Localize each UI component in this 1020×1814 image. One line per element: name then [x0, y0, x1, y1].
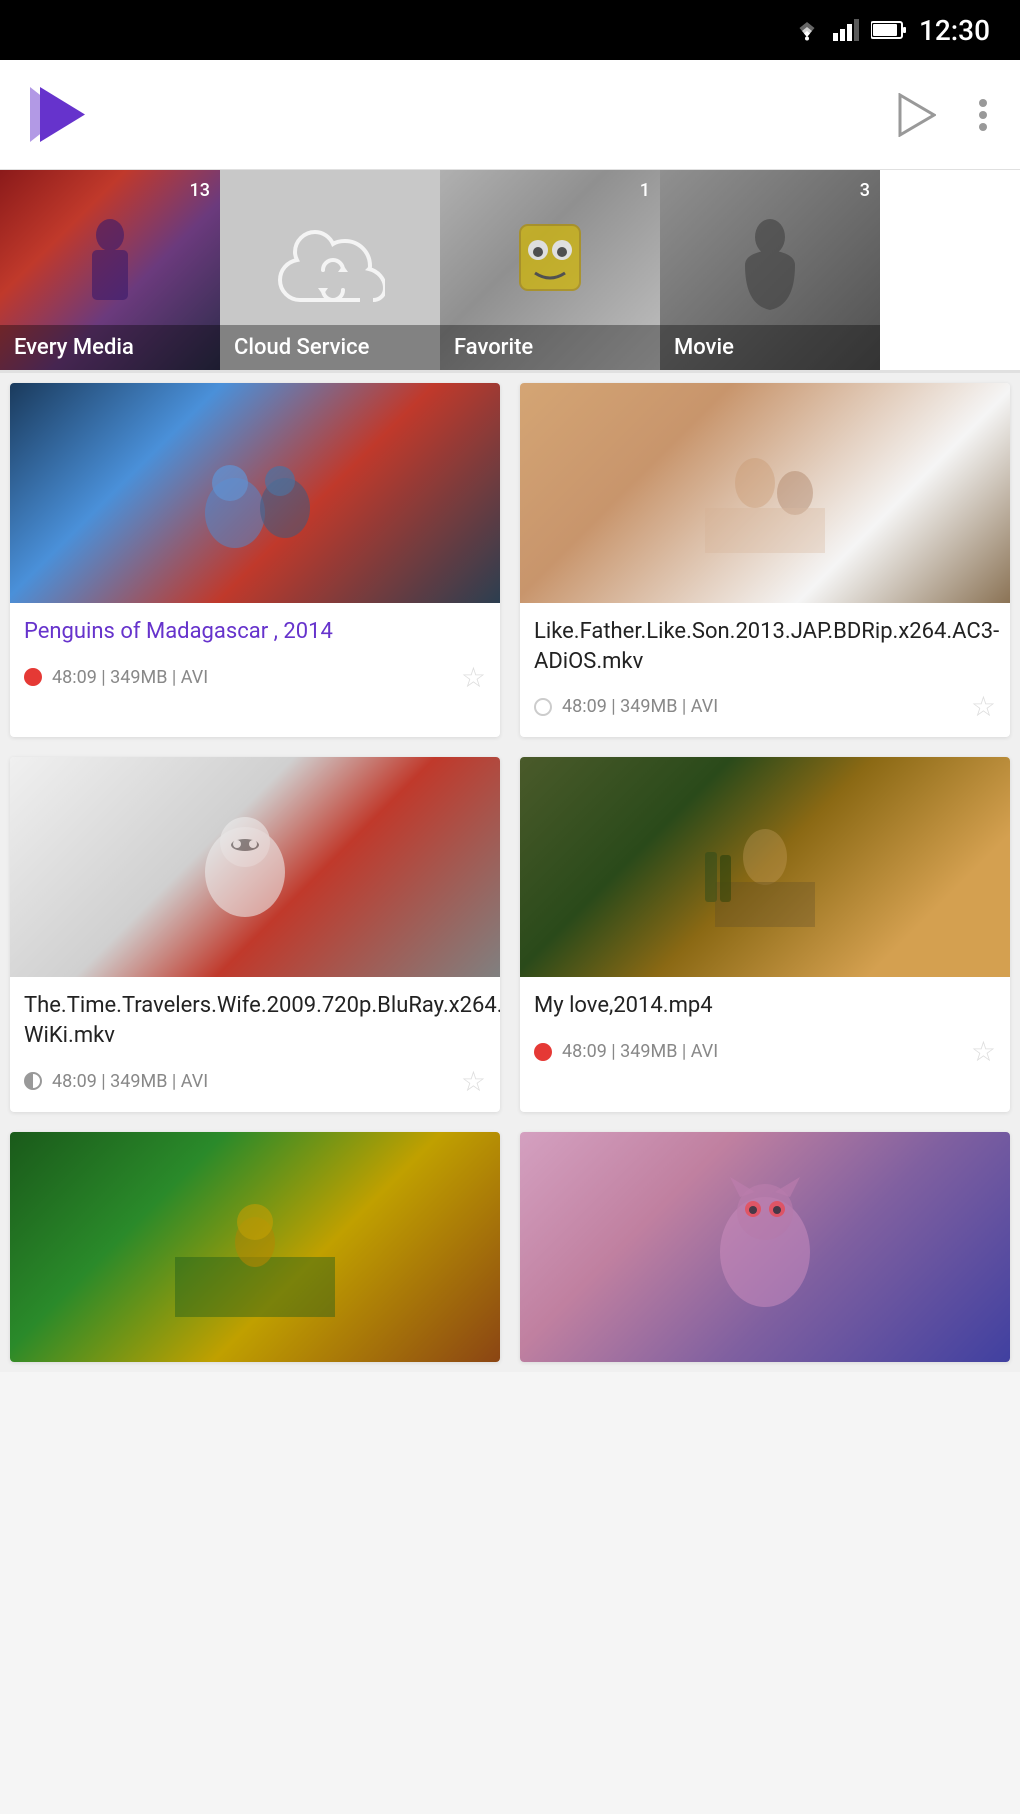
every-media-art [70, 210, 150, 330]
media-title-like-father: Like.Father.Like.Son.2013.JAP.BDRip.x264… [534, 617, 996, 676]
progress-dot-penguins [24, 668, 42, 686]
media-thumbnail-penguins [10, 383, 500, 603]
progress-dot-time-traveler [24, 1072, 42, 1090]
media-details-time-traveler: 48:09 | 349MB | AVI [52, 1071, 451, 1092]
status-icons: 12:30 [793, 14, 990, 47]
favorite-count: 1 [640, 180, 650, 201]
every-media-count: 13 [190, 180, 210, 201]
category-favorite[interactable]: 1 Favorite [440, 170, 660, 370]
media-card-like-father[interactable]: Like.Father.Like.Son.2013.JAP.BDRip.x264… [520, 383, 1010, 737]
category-movie[interactable]: 3 Movie [660, 170, 880, 370]
media-thumbnail-my-love [520, 757, 1010, 977]
category-every-media[interactable]: 13 Every Media [0, 170, 220, 370]
battery-icon [871, 20, 907, 40]
media-meta-my-love: 48:09 | 349MB | AVI ☆ [534, 1035, 996, 1068]
every-media-label: Every Media [14, 335, 134, 360]
cloud-icon [275, 230, 385, 310]
media-info-time-traveler: The.Time.Travelers.Wife.2009.720p.BluRay… [10, 977, 500, 1111]
every-media-overlay: Every Media [0, 325, 220, 370]
star-like-father[interactable]: ☆ [971, 690, 996, 723]
status-bar: 12:30 [0, 0, 1020, 60]
media-card-my-love[interactable]: My love,2014.mp4 48:09 | 349MB | AVI ☆ [520, 757, 1010, 1111]
more-dots-icon [976, 93, 990, 137]
media-title-my-love: My love,2014.mp4 [534, 991, 996, 1021]
play-button[interactable] [896, 93, 936, 137]
media-thumbnail-animation2 [520, 1132, 1010, 1362]
media-info-like-father: Like.Father.Like.Son.2013.JAP.BDRip.x264… [520, 603, 1010, 737]
star-time-traveler[interactable]: ☆ [461, 1065, 486, 1098]
media-thumbnail-animation1 [10, 1132, 500, 1362]
media-card-penguins[interactable]: Penguins of Madagascar , 2014 48:09 | 34… [10, 383, 500, 737]
media-thumbnail-like-father [520, 383, 1010, 603]
media-meta-time-traveler: 48:09 | 349MB | AVI ☆ [24, 1065, 486, 1098]
media-info-my-love: My love,2014.mp4 48:09 | 349MB | AVI ☆ [520, 977, 1010, 1082]
play-icon [896, 93, 936, 137]
media-title-penguins: Penguins of Madagascar , 2014 [24, 617, 486, 647]
media-card-animation2[interactable] [520, 1132, 1010, 1362]
star-my-love[interactable]: ☆ [971, 1035, 996, 1068]
media-info-penguins: Penguins of Madagascar , 2014 48:09 | 34… [10, 603, 500, 708]
media-grid: Penguins of Madagascar , 2014 48:09 | 34… [0, 373, 1020, 1372]
star-penguins[interactable]: ☆ [461, 661, 486, 694]
cloud-service-label: Cloud Service [234, 335, 369, 360]
favorite-label: Favorite [454, 335, 533, 360]
movie-overlay: Movie [660, 325, 880, 370]
wifi-icon [793, 19, 821, 41]
category-row: 13 Every Media Cloud Service [0, 170, 1020, 370]
more-options-button[interactable] [976, 93, 990, 137]
media-title-time-traveler: The.Time.Travelers.Wife.2009.720p.BluRay… [24, 991, 486, 1050]
favorite-art [500, 215, 600, 325]
app-logo [30, 77, 120, 152]
category-cloud-service[interactable]: Cloud Service [220, 170, 440, 370]
cloud-service-overlay: Cloud Service [220, 325, 440, 370]
media-card-time-traveler[interactable]: The.Time.Travelers.Wife.2009.720p.BluRay… [10, 757, 500, 1111]
movie-count: 3 [860, 180, 870, 201]
media-meta-like-father: 48:09 | 349MB | AVI ☆ [534, 690, 996, 723]
progress-dot-my-love [534, 1043, 552, 1061]
header-actions [896, 93, 990, 137]
status-time: 12:30 [919, 14, 990, 47]
media-card-animation1[interactable] [10, 1132, 500, 1362]
media-meta-penguins: 48:09 | 349MB | AVI ☆ [24, 661, 486, 694]
media-details-my-love: 48:09 | 349MB | AVI [562, 1041, 961, 1062]
signal-icon [833, 19, 859, 41]
media-thumbnail-time-traveler [10, 757, 500, 977]
favorite-overlay: Favorite [440, 325, 660, 370]
progress-dot-like-father [534, 698, 552, 716]
media-details-penguins: 48:09 | 349MB | AVI [52, 667, 451, 688]
movie-art [725, 215, 815, 325]
movie-label: Movie [674, 335, 734, 360]
logo-icon [30, 77, 120, 152]
media-details-like-father: 48:09 | 349MB | AVI [562, 696, 961, 717]
app-header [0, 60, 1020, 170]
